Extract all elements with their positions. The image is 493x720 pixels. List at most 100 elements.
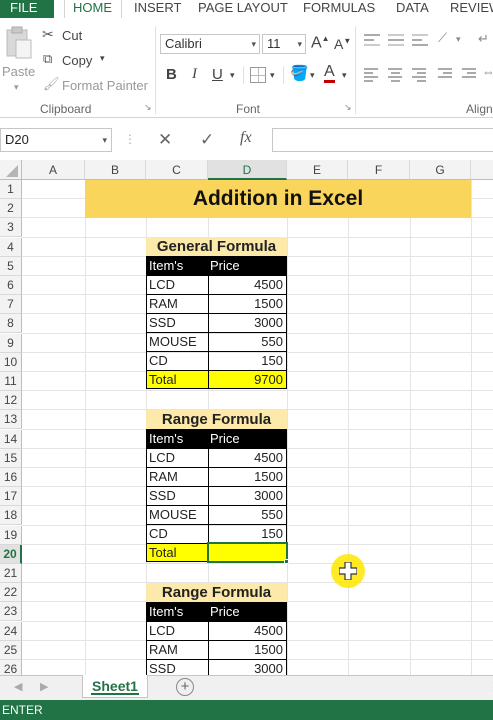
format-painter-button[interactable]: Format Painter xyxy=(62,78,148,93)
font-size-select[interactable]: 11 ▾ xyxy=(262,34,306,54)
row-header[interactable]: 12 xyxy=(0,391,22,411)
underline-dropdown-icon[interactable]: ▾ xyxy=(230,70,235,81)
column-header-f[interactable]: F xyxy=(348,160,410,180)
row-header[interactable]: 11 xyxy=(0,372,22,391)
tab-review[interactable]: REVIEW xyxy=(450,0,493,18)
row-header[interactable]: 14 xyxy=(0,429,22,449)
active-cell-d20[interactable] xyxy=(207,542,288,563)
formula-input[interactable] xyxy=(272,128,493,152)
bold-button[interactable]: B xyxy=(166,66,177,83)
table-row[interactable]: MOUSE 550 xyxy=(146,332,287,352)
table-row[interactable]: RAM 1500 xyxy=(146,467,287,487)
column-header-a[interactable]: A xyxy=(22,160,85,180)
row-header[interactable]: 6 xyxy=(0,276,22,295)
row-header[interactable]: 20 xyxy=(0,544,22,564)
row-header[interactable]: 10 xyxy=(0,352,22,372)
paste-button[interactable]: Paste xyxy=(2,64,35,79)
align-right-icon[interactable] xyxy=(412,68,426,82)
align-left-icon[interactable] xyxy=(364,68,378,82)
more-sheets-icon[interactable]: ⋮ xyxy=(488,680,493,693)
select-all-corner[interactable] xyxy=(0,160,22,180)
borders-icon[interactable] xyxy=(250,67,266,83)
font-name-select[interactable]: Calibri ▾ xyxy=(160,34,260,54)
table-row[interactable]: LCD 4500 xyxy=(146,448,287,468)
bottom-align-icon[interactable] xyxy=(412,34,428,46)
row-header[interactable]: 23 xyxy=(0,602,22,622)
table-row[interactable]: SSD 3000 xyxy=(146,313,287,333)
row-header[interactable]: 1 xyxy=(0,180,22,199)
underline-button[interactable]: U xyxy=(212,66,223,83)
row-header[interactable]: 4 xyxy=(0,237,22,257)
table-row[interactable]: RAM 1500 xyxy=(146,640,287,660)
row-header[interactable]: 15 xyxy=(0,448,22,468)
row-header[interactable]: 16 xyxy=(0,468,22,487)
decrease-indent-icon[interactable] xyxy=(438,68,452,78)
tab-formulas[interactable]: FORMULAS xyxy=(303,0,375,18)
clipboard-launcher-icon[interactable]: ↘ xyxy=(144,102,152,113)
column-header-c[interactable]: C xyxy=(146,160,208,180)
row-header[interactable]: 2 xyxy=(0,199,22,219)
tab-insert[interactable]: INSERT xyxy=(134,0,181,18)
row-header[interactable]: 9 xyxy=(0,333,22,353)
grow-font-button[interactable]: A▲ xyxy=(311,34,330,52)
tab-file[interactable]: FILE xyxy=(0,0,54,18)
top-align-icon[interactable] xyxy=(364,34,380,46)
table-row[interactable]: CD 150 xyxy=(146,524,287,544)
tab-page-layout[interactable]: PAGE LAYOUT xyxy=(198,0,288,18)
table1-total-row[interactable]: Total 9700 xyxy=(146,370,287,389)
font-launcher-icon[interactable]: ↘ xyxy=(344,102,352,113)
fill-handle[interactable] xyxy=(284,559,289,564)
middle-align-icon[interactable] xyxy=(388,34,404,46)
fill-color-dropdown-icon[interactable]: ▾ xyxy=(310,70,315,81)
drag-handle-icon[interactable]: ⋮ xyxy=(124,132,136,146)
orientation-dropdown-icon[interactable]: ▾ xyxy=(456,34,461,45)
insert-function-button[interactable]: fx xyxy=(240,129,252,147)
column-header-e[interactable]: E xyxy=(287,160,348,180)
row-header[interactable]: 8 xyxy=(0,314,22,334)
font-color-dropdown-icon[interactable]: ▾ xyxy=(342,70,347,81)
column-header-d[interactable]: D xyxy=(208,160,287,180)
row-header[interactable]: 5 xyxy=(0,256,22,276)
cut-button[interactable]: Cut xyxy=(62,28,82,43)
orientation-icon[interactable]: ⟋ xyxy=(438,30,447,46)
table-row[interactable]: MOUSE 550 xyxy=(146,505,287,525)
column-header-b[interactable]: B xyxy=(85,160,146,180)
shrink-font-button[interactable]: A▼ xyxy=(334,36,351,52)
add-sheet-icon[interactable]: + xyxy=(176,678,194,696)
row-header[interactable]: 19 xyxy=(0,525,22,545)
table-row[interactable]: RAM 1500 xyxy=(146,294,287,314)
tab-data[interactable]: DATA xyxy=(396,0,429,18)
column-header-h[interactable] xyxy=(471,160,493,180)
chevron-down-icon[interactable]: ▾ xyxy=(102,129,107,151)
fill-color-icon[interactable]: 🪣 xyxy=(290,64,309,82)
table-row[interactable]: LCD 4500 xyxy=(146,621,287,641)
enter-icon[interactable]: ✓ xyxy=(200,130,214,150)
tab-home[interactable]: HOME xyxy=(64,0,122,18)
row-header[interactable]: 7 xyxy=(0,295,22,315)
table-row[interactable]: CD 150 xyxy=(146,351,287,371)
row-header[interactable]: 24 xyxy=(0,621,22,641)
row-header[interactable]: 17 xyxy=(0,487,22,507)
cancel-icon[interactable]: ✕ xyxy=(158,130,172,150)
paste-dropdown-icon[interactable]: ▾ xyxy=(14,82,19,93)
row-header[interactable]: 3 xyxy=(0,218,22,238)
row-header[interactable]: 18 xyxy=(0,506,22,526)
wrap-text-icon[interactable]: ↵ xyxy=(478,31,489,47)
borders-dropdown-icon[interactable]: ▾ xyxy=(270,70,275,81)
italic-button[interactable]: I xyxy=(192,66,197,83)
column-header-g[interactable]: G xyxy=(410,160,471,180)
worksheet-grid[interactable]: A B C D E F G 1 2 3 4 5 6 7 8 9 10 11 12 13 14 15 16 17 1… xyxy=(0,160,493,675)
table-row[interactable]: SSD 3000 xyxy=(146,659,287,675)
paste-icon[interactable] xyxy=(4,26,34,60)
row-header[interactable]: 25 xyxy=(0,640,22,660)
table-row[interactable]: SSD 3000 xyxy=(146,486,287,506)
sheet-tab-sheet1[interactable]: Sheet1 xyxy=(82,675,148,698)
scroll-left-icon[interactable]: ◀ xyxy=(14,680,22,693)
row-header[interactable]: 22 xyxy=(0,583,22,603)
copy-dropdown-icon[interactable]: ▾ xyxy=(100,53,105,64)
table-row[interactable]: LCD 4500 xyxy=(146,275,287,295)
name-box[interactable]: D20 ▾ xyxy=(0,128,112,152)
row-header[interactable]: 26 xyxy=(0,660,22,675)
copy-button[interactable]: Copy xyxy=(62,53,92,68)
scroll-right-icon[interactable]: ▶ xyxy=(40,680,48,693)
